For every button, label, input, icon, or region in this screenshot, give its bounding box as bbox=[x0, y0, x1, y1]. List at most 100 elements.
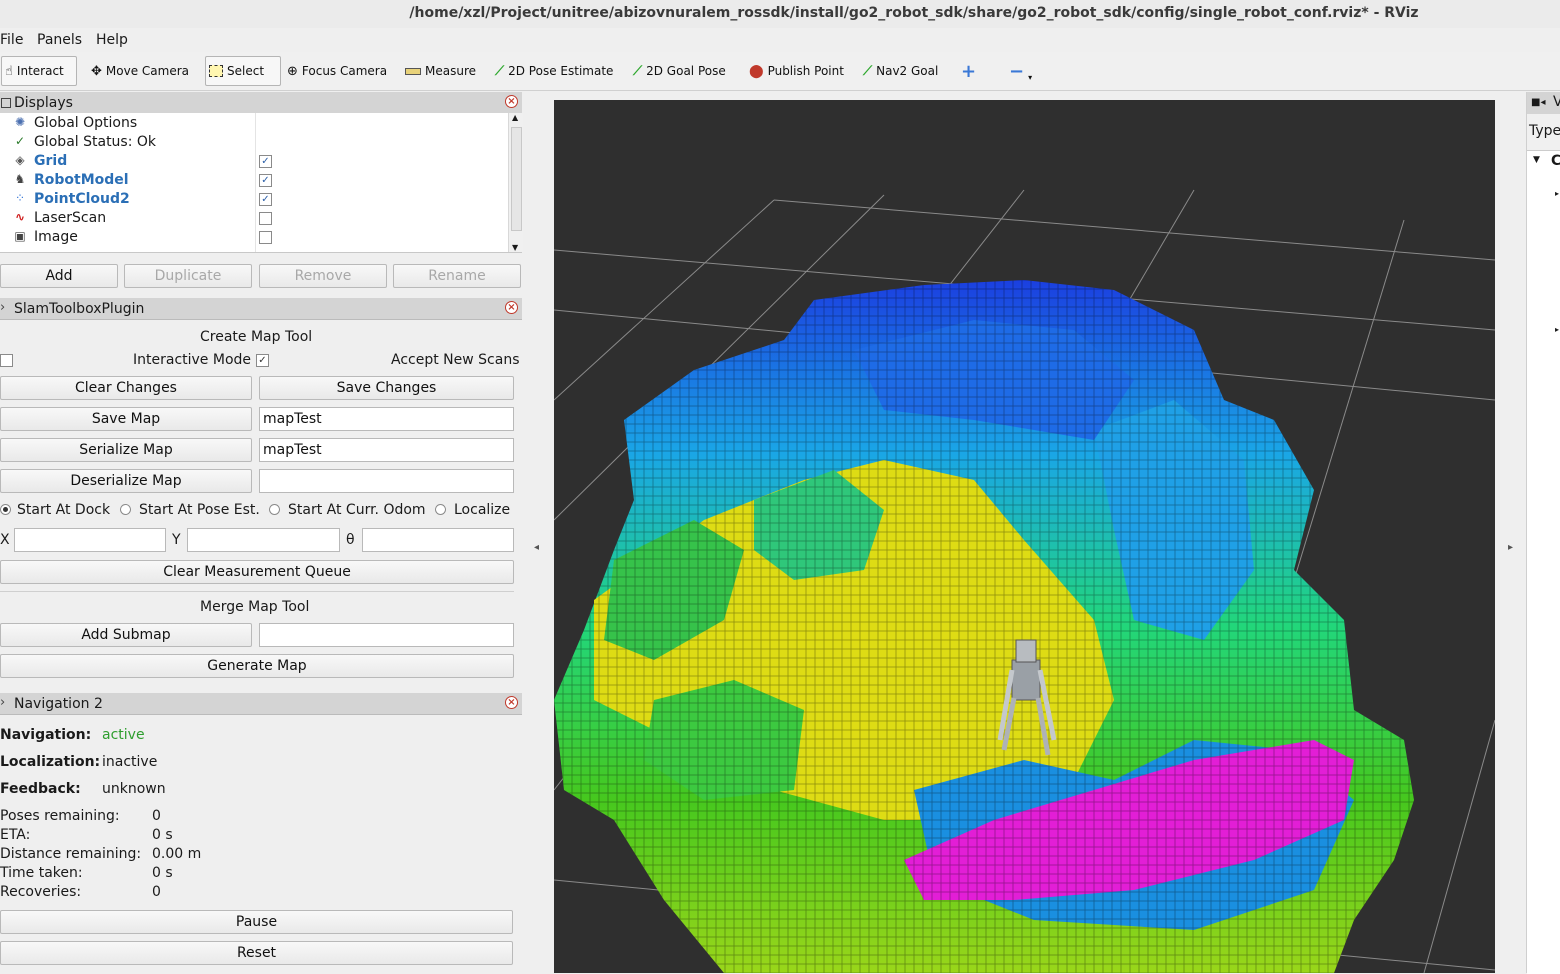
add-display-button[interactable]: Add bbox=[0, 264, 118, 288]
add-tool-button[interactable]: + bbox=[958, 56, 979, 86]
window-title: /home/xzl/Project/unitree/abizovnuralem_… bbox=[409, 5, 1419, 21]
menu-file[interactable]: File bbox=[0, 32, 23, 48]
3d-render-viewport[interactable] bbox=[554, 100, 1495, 973]
measure-tool-button[interactable]: Measure bbox=[402, 56, 479, 86]
close-icon[interactable]: × bbox=[505, 301, 518, 314]
display-item-robotmodel[interactable]: ♞ RobotModel ✓ bbox=[0, 171, 508, 190]
menu-bar: File Panels Help bbox=[0, 28, 1560, 52]
display-enabled-checkbox[interactable]: ✓ bbox=[259, 155, 272, 168]
start-at-pose-est-label: Start At Pose Est. bbox=[139, 502, 260, 518]
y-input[interactable] bbox=[187, 528, 340, 552]
poses-remaining-value: 0 bbox=[152, 808, 161, 824]
display-enabled-checkbox[interactable] bbox=[259, 231, 272, 244]
nav2-goal-tool-button[interactable]: ⟋ Nav2 Goal bbox=[860, 56, 941, 86]
views-tree-item[interactable]: C bbox=[1551, 153, 1560, 169]
save-map-name-input[interactable]: mapTest bbox=[259, 407, 514, 431]
goal-pose-label: 2D Goal Pose bbox=[646, 64, 726, 78]
interactive-mode-checkbox[interactable]: ✓ bbox=[256, 354, 269, 367]
measure-label: Measure bbox=[425, 64, 476, 78]
focus-icon: ⊕ bbox=[287, 63, 298, 79]
display-item-grid[interactable]: ◈ Grid ✓ bbox=[0, 152, 508, 171]
add-submap-input[interactable] bbox=[259, 623, 514, 647]
select-tool-button[interactable]: Select bbox=[205, 56, 281, 86]
interact-label: Interact bbox=[16, 64, 64, 78]
display-item-pointcloud2[interactable]: ⁘ PointCloud2 ✓ bbox=[0, 190, 508, 209]
chevron-right-icon[interactable]: ▸ bbox=[1555, 189, 1559, 198]
slam-title: SlamToolboxPlugin bbox=[14, 301, 145, 317]
scrollbar-thumb[interactable] bbox=[511, 127, 522, 231]
chevron-right-icon[interactable]: ▸ bbox=[1555, 325, 1559, 334]
menu-panels[interactable]: Panels bbox=[37, 32, 82, 48]
menu-help[interactable]: Help bbox=[96, 32, 128, 48]
deserialize-map-input[interactable] bbox=[259, 469, 514, 493]
slam-panel-header: › SlamToolboxPlugin × bbox=[0, 298, 522, 320]
start-at-dock-radio[interactable] bbox=[0, 504, 11, 515]
deserialize-map-button[interactable]: Deserialize Map bbox=[0, 469, 252, 493]
display-enabled-checkbox[interactable]: ✓ bbox=[259, 174, 272, 187]
display-enabled-checkbox[interactable]: ✓ bbox=[259, 193, 272, 206]
remove-display-button[interactable]: Remove bbox=[259, 264, 387, 288]
duplicate-display-button[interactable]: Duplicate bbox=[124, 264, 252, 288]
move-camera-tool-button[interactable]: ✥ Move Camera bbox=[88, 56, 192, 86]
merge-map-tool-label: Merge Map Tool bbox=[200, 599, 310, 615]
interactive-mode-label: Interactive Mode bbox=[133, 352, 252, 368]
close-icon[interactable]: × bbox=[505, 696, 518, 709]
reset-button[interactable]: Reset bbox=[0, 941, 513, 965]
recoveries-value: 0 bbox=[152, 884, 161, 900]
display-item-global-status[interactable]: ✓ Global Status: Ok bbox=[0, 133, 508, 152]
select-label: Select bbox=[227, 64, 265, 78]
move-icon: ✥ bbox=[91, 63, 102, 79]
close-icon[interactable]: × bbox=[505, 95, 518, 108]
displays-tree: ✺ Global Options ✓ Global Status: Ok ◈ G… bbox=[0, 113, 523, 253]
pause-button[interactable]: Pause bbox=[0, 910, 513, 934]
laserscan-icon: ∿ bbox=[14, 210, 26, 224]
chevron-right-icon: › bbox=[0, 695, 6, 710]
clear-changes-button[interactable]: Clear Changes bbox=[0, 376, 252, 400]
displays-scrollbar[interactable]: ▲ ▼ bbox=[508, 113, 523, 252]
rename-display-button[interactable]: Rename bbox=[393, 264, 521, 288]
x-input[interactable] bbox=[14, 528, 166, 552]
collapse-right-icon[interactable]: ▸ bbox=[1508, 542, 1513, 553]
goal-pose-tool-button[interactable]: ⟋ 2D Goal Pose bbox=[630, 56, 729, 86]
collapse-left-icon[interactable]: ◂ bbox=[534, 542, 539, 553]
start-at-pose-est-radio[interactable] bbox=[120, 504, 131, 515]
scroll-up-icon[interactable]: ▲ bbox=[512, 113, 518, 122]
views-panel: ■◂ V Type ▼ C ▸ ▸ bbox=[1526, 92, 1560, 974]
save-map-button[interactable]: Save Map bbox=[0, 407, 252, 431]
start-at-curr-odom-label: Start At Curr. Odom bbox=[288, 502, 426, 518]
move-camera-label: Move Camera bbox=[105, 64, 189, 78]
generate-map-button[interactable]: Generate Map bbox=[0, 654, 514, 678]
views-tree: ▼ C ▸ ▸ bbox=[1527, 150, 1560, 974]
poses-remaining-label: Poses remaining: bbox=[0, 808, 120, 824]
pose-estimate-tool-button[interactable]: ⟋ 2D Pose Estimate bbox=[492, 56, 616, 86]
display-enabled-checkbox[interactable] bbox=[259, 212, 272, 225]
display-item-image[interactable]: ▣ Image bbox=[0, 228, 508, 247]
chevron-down-icon[interactable]: ▼ bbox=[1533, 155, 1540, 165]
dropdown-arrow-icon: ▾ bbox=[1028, 72, 1033, 82]
localize-radio[interactable] bbox=[435, 504, 446, 515]
camera-icon: ■◂ bbox=[1531, 97, 1546, 108]
nav2-panel-header: › Navigation 2 × bbox=[0, 693, 522, 715]
add-submap-button[interactable]: Add Submap bbox=[0, 623, 252, 647]
serialize-map-name-input[interactable]: mapTest bbox=[259, 438, 514, 462]
time-taken-value: 0 s bbox=[152, 865, 173, 881]
display-item-laserscan[interactable]: ∿ LaserScan bbox=[0, 209, 508, 228]
theta-input[interactable] bbox=[362, 528, 514, 552]
nav2-goal-label: Nav2 Goal bbox=[876, 64, 939, 78]
display-item-global-options[interactable]: ✺ Global Options bbox=[0, 114, 508, 133]
publish-point-tool-button[interactable]: ⬤ Publish Point bbox=[746, 56, 847, 86]
displays-title: Displays bbox=[14, 95, 73, 111]
remove-tool-button[interactable]: − ▾ bbox=[1006, 56, 1035, 86]
nav2-title: Navigation 2 bbox=[14, 696, 103, 712]
save-changes-button[interactable]: Save Changes bbox=[259, 376, 514, 400]
clear-measurement-queue-button[interactable]: Clear Measurement Queue bbox=[0, 560, 514, 584]
serialize-map-button[interactable]: Serialize Map bbox=[0, 438, 252, 462]
navigation-status-value: active bbox=[102, 727, 145, 743]
interact-tool-button[interactable]: ☝ Interact bbox=[1, 56, 77, 86]
focus-camera-tool-button[interactable]: ⊕ Focus Camera bbox=[284, 56, 390, 86]
scroll-down-icon[interactable]: ▼ bbox=[512, 243, 518, 252]
start-at-curr-odom-radio[interactable] bbox=[269, 504, 280, 515]
slam-left-checkbox[interactable] bbox=[0, 354, 13, 367]
accept-new-scans-label: Accept New Scans bbox=[391, 352, 520, 368]
display-item-label: Grid bbox=[34, 153, 68, 169]
